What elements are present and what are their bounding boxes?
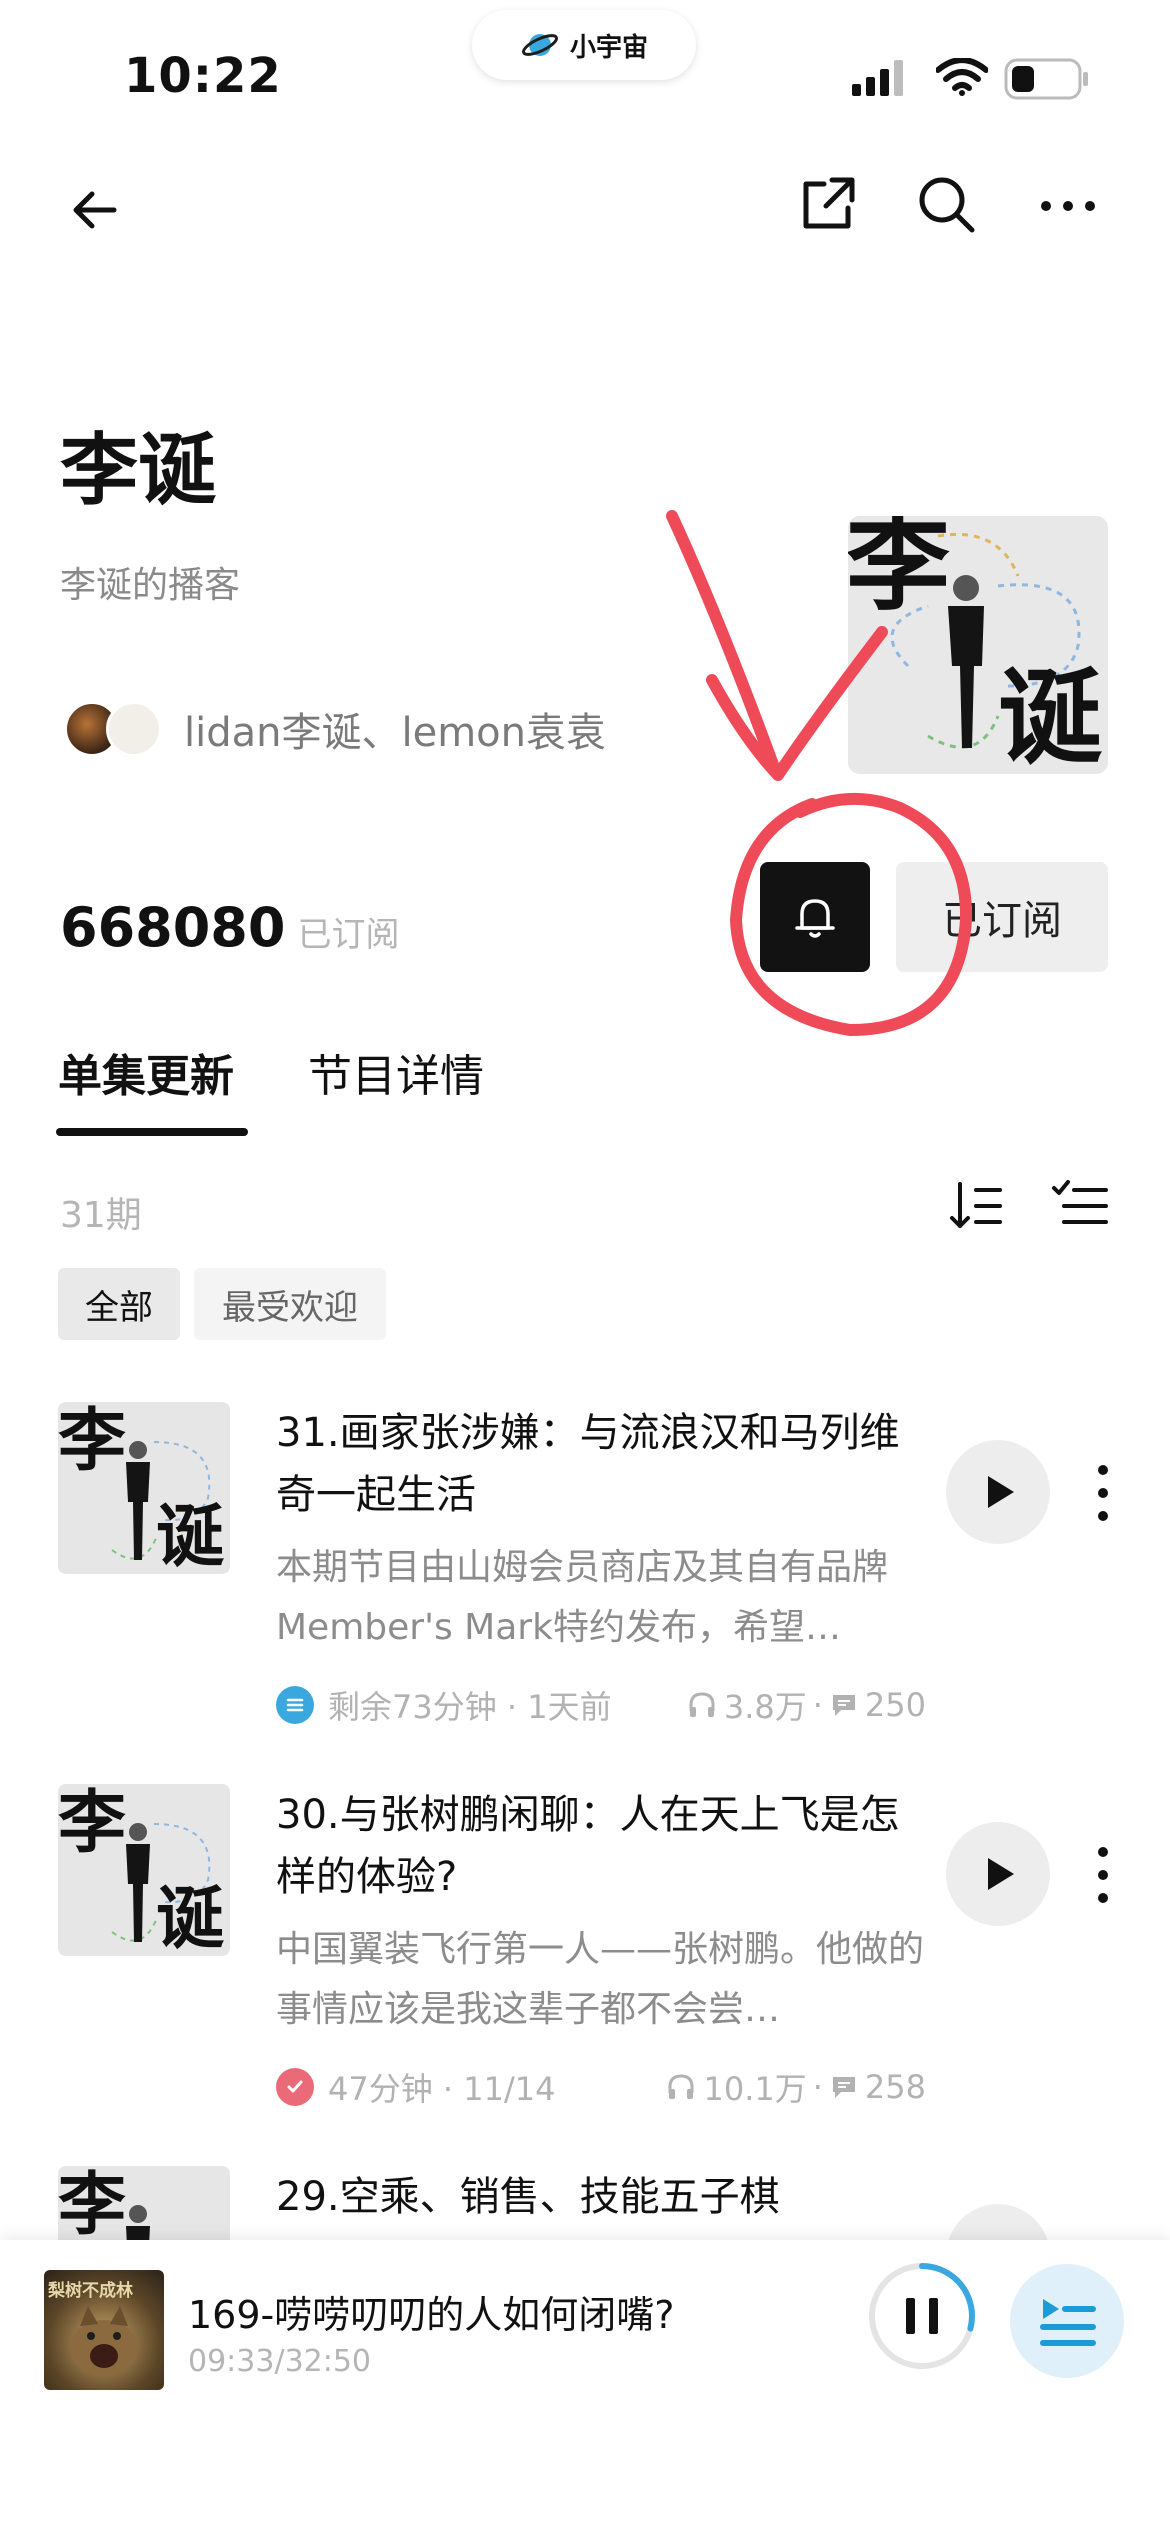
subscriber-label: 已订阅 (297, 915, 400, 955)
episode-cover: 李 诞 (58, 1402, 230, 1574)
planet-icon (521, 34, 558, 56)
hosts-names: lidan李诞、lemon袁袁 (184, 710, 606, 756)
battery-icon (1004, 58, 1088, 100)
more-vertical-icon[interactable] (1088, 1840, 1118, 1910)
episode-title[interactable]: 31.画家张涉嫌：与流浪汉和马列维奇一起生活 (276, 1402, 926, 1526)
episode-description: 中国翼装飞行第一人——张树鹏。他做的事情应该是我这辈子都不会尝… (276, 1929, 925, 2030)
cover-char-bottom: 诞 (998, 656, 1103, 774)
search-icon[interactable] (914, 172, 978, 236)
podcast-subtitle: 李诞的播客 (60, 565, 241, 606)
comment-icon (832, 2077, 855, 2098)
podcast-cover[interactable]: 李 诞 (848, 516, 1108, 774)
status-time: 10:22 (124, 48, 282, 104)
pause-icon (906, 2298, 915, 2334)
play-button[interactable] (946, 1440, 1050, 1544)
subscribe-button[interactable]: 已订阅 (896, 862, 1108, 972)
bell-icon (795, 899, 835, 938)
headphones-icon (668, 2074, 694, 2099)
hosts-row[interactable]: lidan李诞、lemon袁袁 (64, 700, 606, 758)
episode-meta: 47分钟 · 11/14 10.1万 · 258 (276, 2064, 926, 2110)
episode-count: 31期 (60, 1195, 142, 1236)
notification-bell-button[interactable] (760, 862, 870, 972)
filter-chip-all[interactable]: 全部 (58, 1268, 180, 1340)
back-arrow-icon[interactable] (64, 178, 128, 242)
filter-list-icon[interactable] (1050, 1176, 1110, 1236)
tab-underline (56, 1128, 248, 1136)
headphones-icon (689, 1692, 715, 1717)
mini-player[interactable]: 梨树不成林 169-唠唠叨叨的人如何闭嘴? 09:33/32:50 (0, 2240, 1170, 2532)
in-progress-icon (276, 1686, 314, 1724)
tab-episodes[interactable]: 单集更新 (58, 1040, 234, 1104)
wifi-icon (936, 58, 988, 96)
playlist-button[interactable] (1010, 2264, 1124, 2378)
episode-comments: 258 (864, 2068, 926, 2106)
svg-text:李: 李 (58, 1402, 126, 1481)
check-icon (276, 2068, 314, 2106)
mini-player-progress: 09:33/32:50 (188, 2344, 372, 2379)
signal-icon (852, 60, 903, 96)
episode-status: 剩余73分钟 · 1天前 (328, 1688, 612, 1726)
episode-cover: 李 诞 (58, 1784, 230, 1956)
cover-char-top: 李 (848, 516, 951, 625)
sort-icon[interactable] (946, 1176, 1006, 1236)
host-avatar (106, 701, 162, 757)
svg-text:李: 李 (58, 2166, 126, 2245)
app-pill[interactable]: 小宇宙 (472, 10, 696, 80)
app-pill-label: 小宇宙 (569, 32, 648, 63)
more-horizontal-icon[interactable] (1036, 172, 1100, 236)
episode-comments: 250 (864, 1686, 926, 1724)
subscriber-number: 668080 (60, 896, 286, 959)
episode-title[interactable]: 29.空乘、销售、技能五子棋 (276, 2166, 926, 2228)
svg-text:诞: 诞 (156, 1879, 224, 1956)
episode-meta: 剩余73分钟 · 1天前 3.8万 · 250 (276, 1682, 926, 1728)
episode-plays: 10.1万 (703, 2070, 807, 2108)
svg-text:诞: 诞 (156, 1497, 224, 1574)
play-icon (988, 1858, 1014, 1890)
episode-stats: 10.1万 · 258 (665, 2064, 926, 2110)
play-button[interactable] (946, 1822, 1050, 1926)
episode-description: 本期节目由山姆会员商店及其自有品牌Member's Mark特约发布，希望… (276, 1547, 889, 1648)
playlist-icon (1040, 2299, 1096, 2346)
subscriber-count: 668080 已订阅 (60, 896, 399, 959)
more-vertical-icon[interactable] (1088, 1458, 1118, 1528)
status-bar: 10:22 小宇宙 (0, 0, 1170, 150)
podcast-title: 李诞 (60, 426, 217, 516)
play-icon (988, 1476, 1014, 1508)
episode-plays: 3.8万 (723, 1688, 807, 1726)
filter-chip-popular[interactable]: 最受欢迎 (194, 1268, 386, 1340)
episode-item[interactable]: 李 诞 31.画家张涉嫌：与流浪汉和马列维奇一起生活 本期节目由山姆会员商店及其… (0, 1402, 1170, 1782)
svg-text:李: 李 (58, 1784, 126, 1863)
share-icon[interactable] (796, 172, 860, 236)
mini-player-title[interactable]: 169-唠唠叨叨的人如何闭嘴? (188, 2284, 674, 2339)
episode-title[interactable]: 30.与张树鹏闲聊：人在天上飞是怎样的体验? (276, 1784, 926, 1908)
pause-button[interactable] (866, 2260, 978, 2372)
comment-icon (832, 1695, 855, 1716)
mini-player-cover: 梨树不成林 (44, 2270, 164, 2390)
episode-stats: 3.8万 · 250 (686, 1682, 926, 1728)
episode-status: 47分钟 · 11/14 (328, 2070, 556, 2108)
tab-details[interactable]: 节目详情 (308, 1040, 484, 1104)
episode-item[interactable]: 李 诞 30.与张树鹏闲聊：人在天上飞是怎样的体验? 中国翼装飞行第一人——张树… (0, 1784, 1170, 2164)
